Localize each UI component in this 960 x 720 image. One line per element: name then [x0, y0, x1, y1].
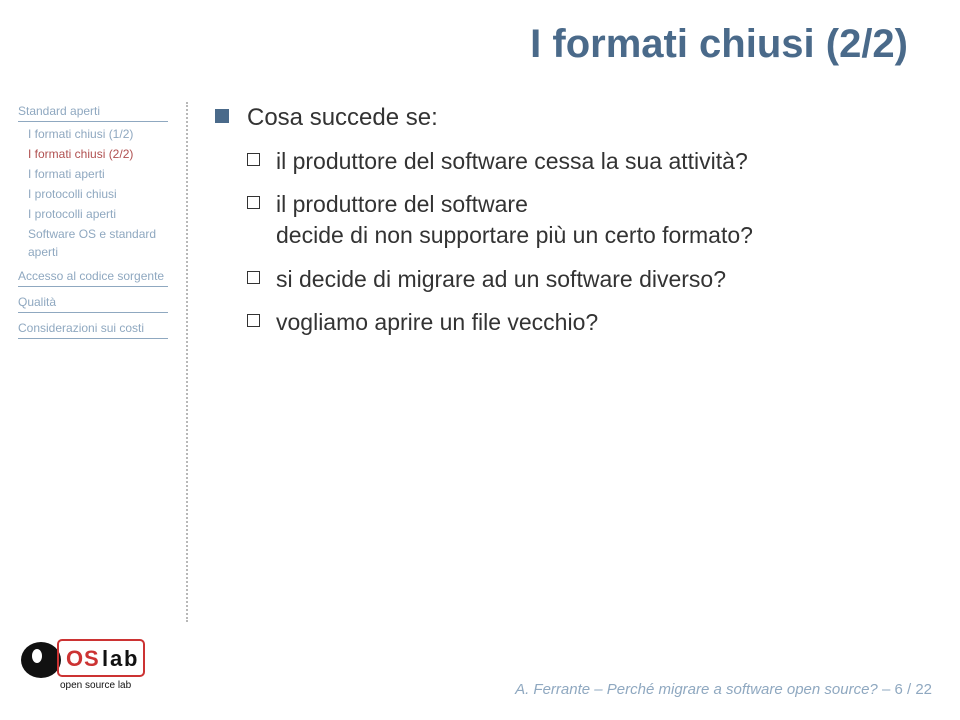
footer-author: A. Ferrante — [515, 681, 590, 698]
bullet-sub: vogliamo aprire un file vecchio? — [215, 307, 915, 338]
outline-sidebar: Standard aperti I formati chiusi (1/2) I… — [18, 102, 168, 342]
bullet-lead: Cosa succede se: — [215, 102, 915, 134]
open-square-icon — [247, 314, 260, 327]
bullet-sub: il produttore del software cessa la sua … — [215, 146, 915, 177]
sidebar-item[interactable]: I formati chiusi (1/2) — [28, 125, 168, 143]
logo-tagline: open source lab — [60, 680, 132, 691]
sidebar-item[interactable]: I protocolli aperti — [28, 205, 168, 223]
footer-sep: – — [590, 681, 607, 698]
bullet-text: vogliamo aprire un file vecchio? — [276, 307, 598, 338]
svg-text:l: l — [102, 646, 108, 671]
svg-text:b: b — [124, 646, 137, 671]
sidebar-section-costi[interactable]: Considerazioni sui costi — [18, 319, 168, 339]
open-square-icon — [247, 271, 260, 284]
sidebar-item-current[interactable]: I formati chiusi (2/2) — [28, 145, 168, 163]
sidebar-item[interactable]: I formati aperti — [28, 165, 168, 183]
bullet-text: il produttore del software cessa la sua … — [276, 146, 748, 177]
square-bullet-icon — [215, 109, 229, 123]
bullet-text: il produttore del software decide di non… — [276, 189, 753, 251]
bullet-sub: il produttore del software decide di non… — [215, 189, 915, 251]
sidebar-section-accesso[interactable]: Accesso al codice sorgente — [18, 267, 168, 287]
sidebar-section-standard[interactable]: Standard aperti — [18, 102, 168, 122]
footer-talk: Perché migrare a software open source? — [607, 681, 878, 698]
svg-text:S: S — [84, 646, 99, 671]
slide-footer: A. Ferrante – Perché migrare a software … — [515, 681, 932, 698]
vertical-divider — [186, 102, 188, 622]
sidebar-item[interactable]: I protocolli chiusi — [28, 185, 168, 203]
open-square-icon — [247, 153, 260, 166]
bullet-sub: si decide di migrare ad un software dive… — [215, 264, 915, 295]
footer-page: 6 / 22 — [894, 681, 932, 698]
oslab-logo: O S l a b open source lab — [18, 632, 148, 694]
sidebar-section-qualita[interactable]: Qualità — [18, 293, 168, 313]
svg-text:O: O — [66, 646, 83, 671]
sidebar-item[interactable]: Software OS e standard aperti — [28, 225, 168, 261]
open-square-icon — [247, 196, 260, 209]
bullet-text: si decide di migrare ad un software dive… — [276, 264, 726, 295]
bullet-text: Cosa succede se: — [247, 102, 438, 134]
slide-title: I formati chiusi (2/2) — [530, 22, 908, 67]
footer-page-sep: – — [878, 681, 895, 698]
slide-body: Cosa succede se: il produttore del softw… — [215, 102, 915, 350]
svg-text:a: a — [110, 646, 123, 671]
